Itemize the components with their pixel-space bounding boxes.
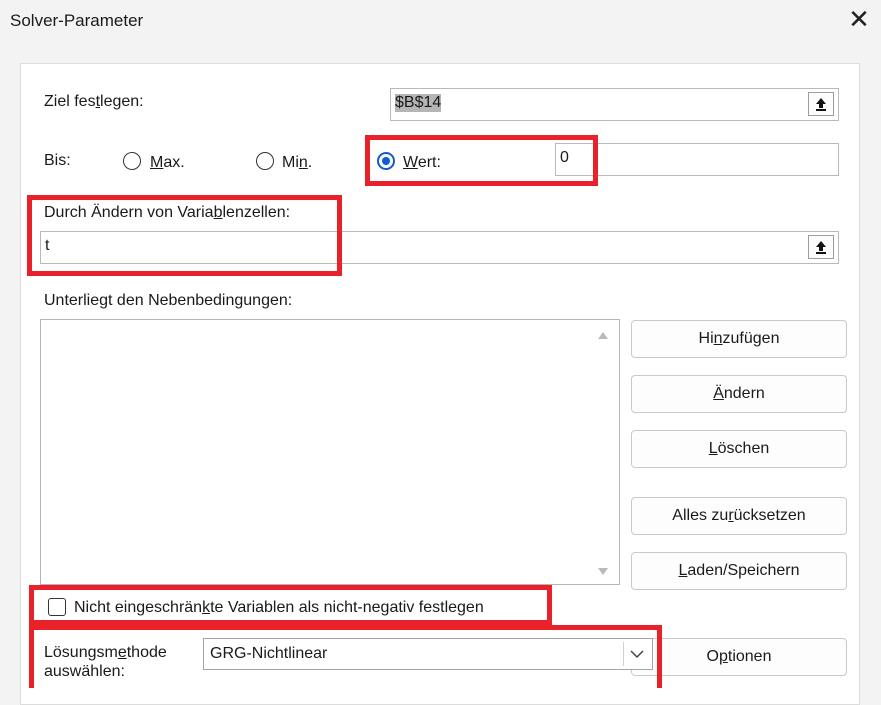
min-label: Min. (282, 154, 313, 171)
constraints-list[interactable] (40, 319, 620, 585)
title-bar: Solver-Parameter ✕ (0, 0, 881, 42)
max-label: Max. (150, 154, 185, 171)
highlight-nonneg-box (29, 585, 552, 625)
target-cell-value: $B$14 (395, 94, 442, 112)
variables-collapse-button[interactable] (808, 235, 834, 259)
scroll-down-icon[interactable] (596, 566, 610, 578)
constraints-label: Unterliegt den Nebenbedingungen: (44, 292, 293, 309)
upload-arrow-icon (816, 98, 826, 111)
reset-all-button[interactable]: Alles zurücksetzen (631, 497, 847, 535)
window-title: Solver-Parameter (10, 11, 144, 30)
target-collapse-button[interactable] (808, 92, 834, 116)
change-button[interactable]: Ändern (631, 375, 847, 413)
target-label: Ziel festlegen: (44, 93, 144, 110)
max-radio[interactable] (123, 152, 141, 170)
highlight-value-box (365, 135, 598, 186)
target-cell-input[interactable]: $B$14 (390, 88, 839, 121)
highlight-variables-box (27, 195, 342, 276)
scroll-up-icon[interactable] (596, 329, 610, 341)
options-button[interactable]: Optionen (631, 638, 847, 676)
add-button[interactable]: Hinzufügen (631, 320, 847, 358)
delete-button[interactable]: Löschen (631, 430, 847, 468)
upload-arrow-icon (816, 241, 826, 254)
to-label: Bis: (44, 152, 71, 169)
load-save-button[interactable]: Laden/Speichern (631, 552, 847, 590)
highlight-method-box (29, 625, 662, 688)
close-icon[interactable]: ✕ (846, 6, 872, 32)
min-radio[interactable] (256, 152, 274, 170)
